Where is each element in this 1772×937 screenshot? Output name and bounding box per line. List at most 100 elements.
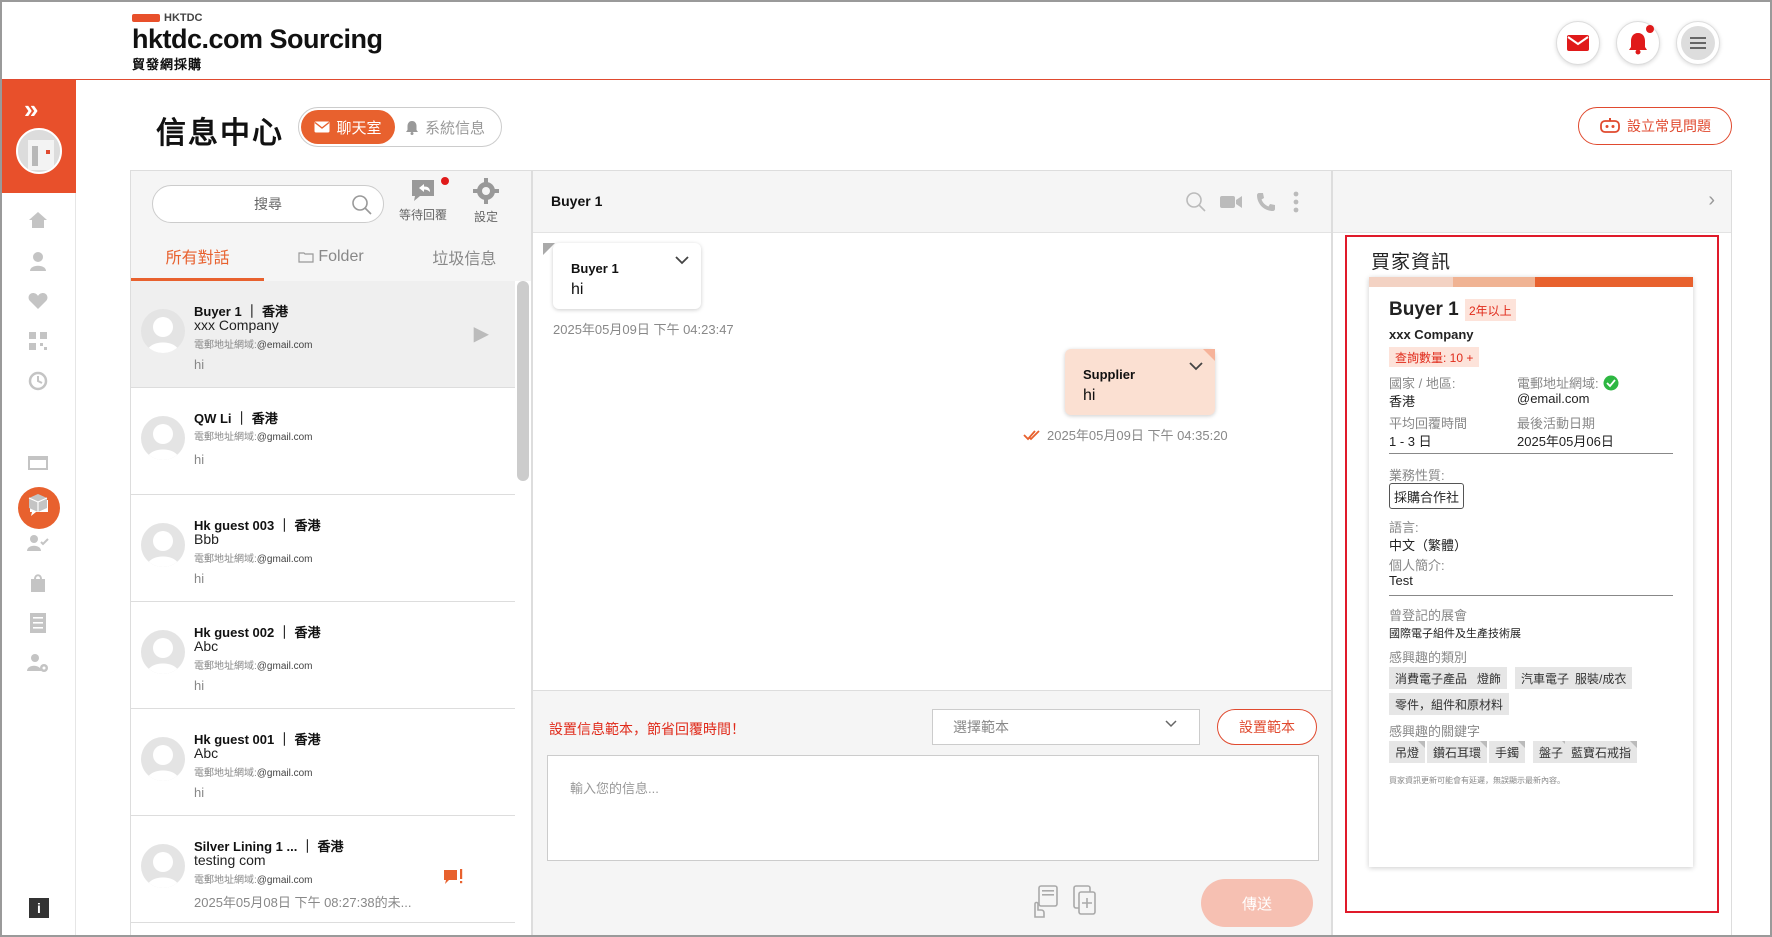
avg-reply-value: 1 - 3 日 [1389, 434, 1432, 449]
home-icon[interactable] [26, 208, 50, 232]
chevron-down-icon[interactable] [1189, 361, 1203, 371]
video-call-icon[interactable] [1218, 189, 1244, 215]
conversation-item[interactable]: Silver Lining 1 ... ｜ 香港 testing com 電郵地… [131, 816, 515, 923]
tab-folder[interactable]: Folder [264, 233, 397, 281]
more-options-icon[interactable] [1283, 189, 1309, 215]
bell-icon [405, 120, 418, 135]
quick-reply-icon[interactable] [1029, 881, 1061, 921]
attach-file-icon[interactable] [1069, 881, 1101, 921]
avatar [141, 737, 185, 781]
settings-button[interactable]: 設定 [461, 177, 511, 225]
tab-system-messages[interactable]: 系統信息 [395, 110, 495, 144]
settings-label: 設定 [473, 210, 498, 224]
conversation-item[interactable]: Buyer 1 ｜ 香港 xxx Company 電郵地址網域:@email.c… [131, 281, 515, 388]
tab-chat-room-label: 聊天室 [336, 119, 382, 137]
country-value: 香港 [1389, 394, 1416, 409]
set-faq-button[interactable]: 設立常見問題 [1578, 107, 1732, 145]
page-title: 信息中心 [156, 117, 284, 150]
qr-code-icon[interactable] [26, 329, 50, 353]
chevron-down-icon[interactable] [675, 255, 689, 265]
logo-mark [132, 14, 160, 22]
set-template-button[interactable]: 設置範本 [1217, 709, 1317, 745]
fairs-label: 曾登記的展會 [1389, 608, 1468, 623]
template-select[interactable]: 選擇範本 [932, 709, 1200, 745]
keyword-chip: 鑽石耳環 [1427, 741, 1488, 763]
read-receipt-icon [1023, 429, 1040, 440]
years-badge: 2年以上 [1465, 299, 1516, 321]
last-message: hi [194, 571, 205, 586]
tab-chat-room[interactable]: 聊天室 [301, 110, 395, 144]
user-icon[interactable] [26, 249, 50, 273]
message-text: hi [571, 281, 584, 298]
search-icon[interactable] [1183, 189, 1209, 215]
message-type-tabs: 聊天室 系統信息 [298, 107, 502, 147]
history-icon[interactable] [26, 369, 50, 393]
checklist-icon[interactable] [26, 611, 50, 635]
language-value: 中文（繁體） [1389, 538, 1468, 553]
buyer-info-highlight: 買家資訊 Buyer 1 2年以上 xxx Company 查詢數量: 10 +… [1345, 235, 1719, 913]
tab-all-conversations[interactable]: 所有對話 [131, 233, 265, 281]
interest-categories-label: 感興趣的類別 [1389, 650, 1468, 665]
unread-alert-icon [443, 868, 465, 891]
chevron-down-icon [1165, 720, 1177, 728]
keyword-chip: 吊燈 [1389, 741, 1426, 763]
notification-dot [1646, 25, 1654, 33]
hktdc-logo[interactable]: HKTDC hktdc.com Sourcing 貿發網採購 [132, 12, 383, 73]
buyer-name: Buyer 1 [1389, 299, 1459, 320]
email-domain-label: 電郵地址網域: [194, 340, 257, 351]
avatar [141, 630, 185, 674]
country-label: 國家 / 地區: [1389, 376, 1456, 391]
message-sender: Supplier [1083, 367, 1136, 382]
interest-keywords-label: 感興趣的關鍵字 [1389, 724, 1481, 739]
phone-icon[interactable] [1253, 189, 1279, 215]
user-settings-icon[interactable] [26, 651, 50, 675]
hamburger-icon [1681, 26, 1715, 60]
outgoing-message-bubble[interactable]: Supplier hi [1065, 349, 1215, 415]
logo-main-text: hktdc.com Sourcing [132, 24, 383, 54]
fairs-value: 國際電子組件及生產技術展 [1389, 628, 1521, 640]
top-header: HKTDC hktdc.com Sourcing 貿發網採購 [2, 2, 1770, 80]
conversation-item[interactable]: Hk guest 002 ｜ 香港 Abc 電郵地址網域:@gmail.com … [131, 602, 515, 709]
info-icon[interactable]: i [29, 898, 49, 918]
conversation-item[interactable]: Hk guest 001 ｜ 香港 Abc 電郵地址網域:@gmail.com … [131, 709, 515, 816]
business-label: 業務性質: [1389, 468, 1445, 483]
send-button[interactable]: 傳送 [1201, 879, 1313, 927]
conversation-item[interactable]: QW Li ｜ 香港 電郵地址網域:@gmail.com hi [131, 388, 515, 495]
last-active-label: 最後活動日期 [1517, 416, 1596, 431]
menu-button[interactable] [1676, 21, 1720, 65]
search-icon[interactable] [351, 194, 373, 216]
heart-icon[interactable] [26, 289, 50, 313]
list-scrollbar[interactable] [517, 281, 529, 481]
email-domain: @email.com [256, 340, 313, 351]
contact-region: 香港 [294, 625, 321, 640]
notification-button[interactable] [1616, 21, 1660, 65]
sidebar: » i [2, 80, 76, 935]
search-input[interactable]: 搜尋 [152, 185, 384, 223]
browser-icon[interactable] [26, 451, 50, 475]
user-check-icon[interactable] [26, 531, 50, 555]
mail-icon [314, 121, 330, 133]
incoming-message-bubble[interactable]: Buyer 1 hi [553, 243, 701, 309]
awaiting-reply-button[interactable]: 等待回覆 [393, 177, 453, 223]
language-label: 語言: [1389, 520, 1419, 535]
company-avatar[interactable] [16, 128, 62, 174]
mail-button[interactable] [1556, 21, 1600, 65]
conversation-item[interactable]: Hk guest 003 ｜ 香港 Bbb 電郵地址網域:@gmail.com … [131, 495, 515, 602]
buyer-info-title: 買家資訊 [1371, 252, 1452, 273]
chevron-right-icon: ▶ [473, 323, 489, 345]
avg-reply-label: 平均回覆時間 [1389, 416, 1468, 431]
last-message: hi [194, 785, 205, 800]
box-icon[interactable] [26, 491, 50, 515]
intro-value: Test [1389, 573, 1413, 588]
buyer-info-footnote: 買家資訊更新可能會有延遲，無誤顯示最新內容。 [1389, 776, 1565, 785]
tab-all-label: 所有對話 [165, 249, 230, 267]
avatar [141, 844, 185, 888]
contact-company: xxx Company [194, 317, 279, 333]
chevron-right-icon[interactable]: › [1708, 189, 1715, 212]
tab-spam[interactable]: 垃圾信息 [398, 233, 531, 281]
message-input[interactable]: 輸入您的信息... [547, 755, 1319, 861]
category-chip: 燈飾 [1471, 667, 1508, 689]
shopping-bag-icon[interactable] [26, 571, 50, 595]
email-domain-label: 電郵地址網域: [194, 554, 257, 565]
expand-sidebar-icon[interactable]: » [24, 94, 38, 125]
